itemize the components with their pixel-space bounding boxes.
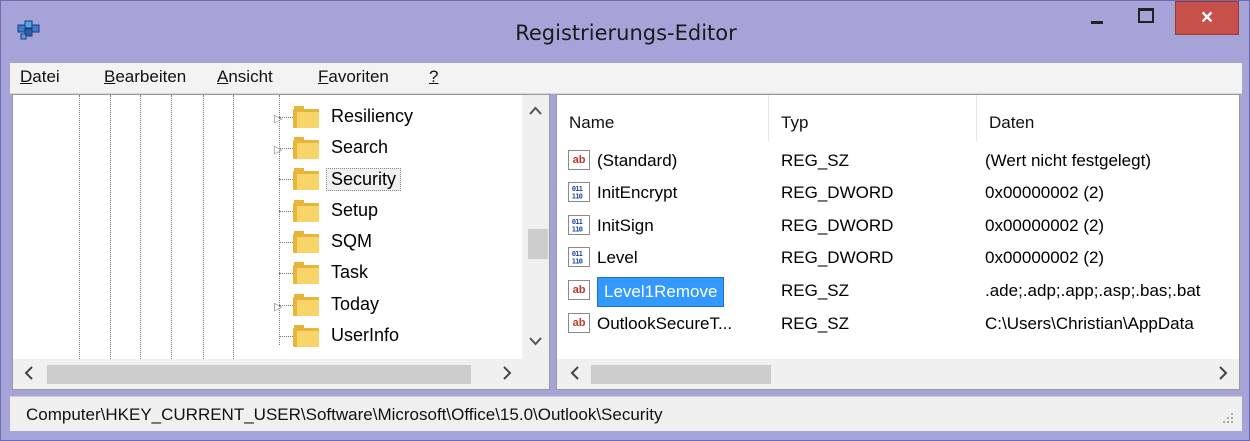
scroll-thumb[interactable] <box>591 365 771 384</box>
folder-icon <box>293 200 319 222</box>
tree-item-security[interactable]: Security <box>13 164 513 194</box>
scroll-thumb[interactable] <box>528 229 548 259</box>
binary-value-icon: 011110 <box>568 215 590 235</box>
value-type: REG_SZ <box>781 151 850 170</box>
tree-item-search[interactable]: ▷ Search <box>13 133 513 163</box>
value-name: InitEncrypt <box>597 183 678 202</box>
value-row[interactable]: 011 110 InitSign REG_DWORD 0x00000002 (2) <box>557 210 1239 243</box>
value-data: (Wert nicht festgelegt) <box>985 151 1151 170</box>
binary-value-icon: 011110 <box>568 182 590 202</box>
registry-editor-window: Registrierungs-Editor × Datei Bearbeiten… <box>0 0 1250 441</box>
menu-ansicht[interactable]: Ansicht <box>217 67 273 87</box>
tree-item-label: SQM <box>331 231 373 251</box>
value-type: REG_SZ <box>781 281 850 300</box>
value-name: (Standard) <box>597 151 678 170</box>
column-header-type[interactable]: Typ <box>769 95 977 141</box>
value-name: InitSign <box>597 216 654 235</box>
expand-arrow-icon[interactable]: ▷ <box>274 143 282 156</box>
value-type: REG_DWORD <box>781 248 894 267</box>
tree-item-today[interactable]: ▷ Today <box>13 290 513 320</box>
tree-item-task[interactable]: Task <box>13 258 513 288</box>
expand-arrow-icon[interactable]: ▷ <box>274 112 282 125</box>
tree-item-label: Today <box>331 294 380 314</box>
menu-bearbeiten[interactable]: Bearbeiten <box>104 67 186 87</box>
tree-item-label: Resiliency <box>331 106 414 126</box>
value-row[interactable]: ab OutlookSecureT... REG_SZ C:\Users\Chr… <box>557 308 1239 341</box>
column-header-data[interactable]: Daten <box>977 95 1239 141</box>
menu-datei[interactable]: Datei <box>20 67 60 87</box>
minimize-button[interactable] <box>1074 1 1118 35</box>
scroll-right-icon[interactable] <box>1215 362 1231 384</box>
status-bar: Computer\HKEY_CURRENT_USER\Software\Micr… <box>10 396 1242 431</box>
value-data: 0x00000002 (2) <box>985 248 1105 267</box>
tree-item-label: Setup <box>331 200 379 220</box>
folder-icon <box>293 137 319 159</box>
menu-help[interactable]: ? <box>429 67 438 87</box>
folder-icon <box>293 325 319 347</box>
value-name: OutlookSecureT... <box>597 314 733 333</box>
value-type: REG_SZ <box>781 314 850 333</box>
value-data: 0x00000002 (2) <box>985 183 1105 202</box>
binary-value-icon: 011110 <box>568 247 590 267</box>
value-row[interactable]: ab Level1Remove REG_SZ .ade;.adp;.app;.a… <box>557 275 1239 308</box>
tree-item-setup[interactable]: Setup <box>13 196 513 226</box>
value-data: C:\Users\Christian\AppData <box>985 314 1194 333</box>
value-type: REG_DWORD <box>781 183 894 202</box>
scroll-left-icon[interactable] <box>21 362 37 384</box>
value-name-selected[interactable]: Level1Remove <box>597 277 725 307</box>
menu-bar: Datei Bearbeiten Ansicht Favoriten ? <box>10 63 1242 94</box>
folder-icon <box>293 262 319 284</box>
tree-vertical-scrollbar[interactable] <box>522 95 549 359</box>
tree-horizontal-scrollbar[interactable] <box>13 359 522 389</box>
tree-item-userinfo[interactable]: UserInfo <box>13 321 513 351</box>
expand-arrow-icon[interactable]: ▷ <box>274 300 282 313</box>
tree-item-resiliency[interactable]: ▷ Resiliency <box>13 102 513 132</box>
value-data: .ade;.adp;.app;.asp;.bas;.bat <box>985 281 1201 300</box>
value-row[interactable]: ab (Standard) REG_SZ (Wert nicht festgel… <box>557 145 1239 178</box>
menu-favoriten[interactable]: Favoriten <box>318 67 389 87</box>
scrollbar-corner <box>522 359 549 389</box>
folder-icon <box>293 106 319 128</box>
close-icon: × <box>1200 6 1214 29</box>
window-title: Registrierungs-Editor <box>515 21 737 45</box>
close-button[interactable]: × <box>1175 1 1239 35</box>
list-horizontal-scrollbar[interactable] <box>557 359 1239 389</box>
current-key-path: Computer\HKEY_CURRENT_USER\Software\Micr… <box>26 405 663 424</box>
svg-text:110: 110 <box>572 191 583 200</box>
value-row[interactable]: 011 110 InitEncrypt REG_DWORD 0x00000002 … <box>557 177 1239 210</box>
value-list-pane[interactable]: Name Typ Daten ab (Standard) REG_SZ (Wer… <box>556 94 1240 390</box>
string-value-icon: ab <box>568 150 590 170</box>
value-type: REG_DWORD <box>781 216 894 235</box>
value-name: Level <box>597 248 638 267</box>
string-value-icon: ab <box>568 280 590 300</box>
value-data: 0x00000002 (2) <box>985 216 1105 235</box>
svg-text:110: 110 <box>572 224 583 233</box>
value-row[interactable]: 011 110 Level REG_DWORD 0x00000002 (2) <box>557 242 1239 275</box>
svg-text:110: 110 <box>572 256 583 265</box>
folder-icon <box>293 231 319 253</box>
title-bar[interactable]: Registrierungs-Editor × <box>1 1 1250 63</box>
tree-item-label: Security <box>326 168 402 191</box>
folder-open-icon <box>293 168 319 190</box>
tree-item-label: Task <box>331 262 369 282</box>
scroll-down-icon[interactable] <box>522 331 549 351</box>
tree-item-label: UserInfo <box>331 325 400 345</box>
scroll-left-icon[interactable] <box>567 362 583 384</box>
tree-item-sqm[interactable]: SQM <box>13 227 513 257</box>
key-tree-pane[interactable]: ▷ Resiliency ▷ Search Security Setup SQM <box>12 94 550 390</box>
resize-grip-icon[interactable] <box>1222 413 1234 425</box>
scroll-thumb[interactable] <box>47 365 471 384</box>
maximize-button[interactable] <box>1123 1 1167 35</box>
folder-icon <box>293 294 319 316</box>
scroll-up-icon[interactable] <box>522 101 549 121</box>
string-value-icon: ab <box>568 313 590 333</box>
scroll-right-icon[interactable] <box>499 362 515 384</box>
tree-item-label: Search <box>331 137 389 157</box>
column-header-name[interactable]: Name <box>557 95 769 141</box>
